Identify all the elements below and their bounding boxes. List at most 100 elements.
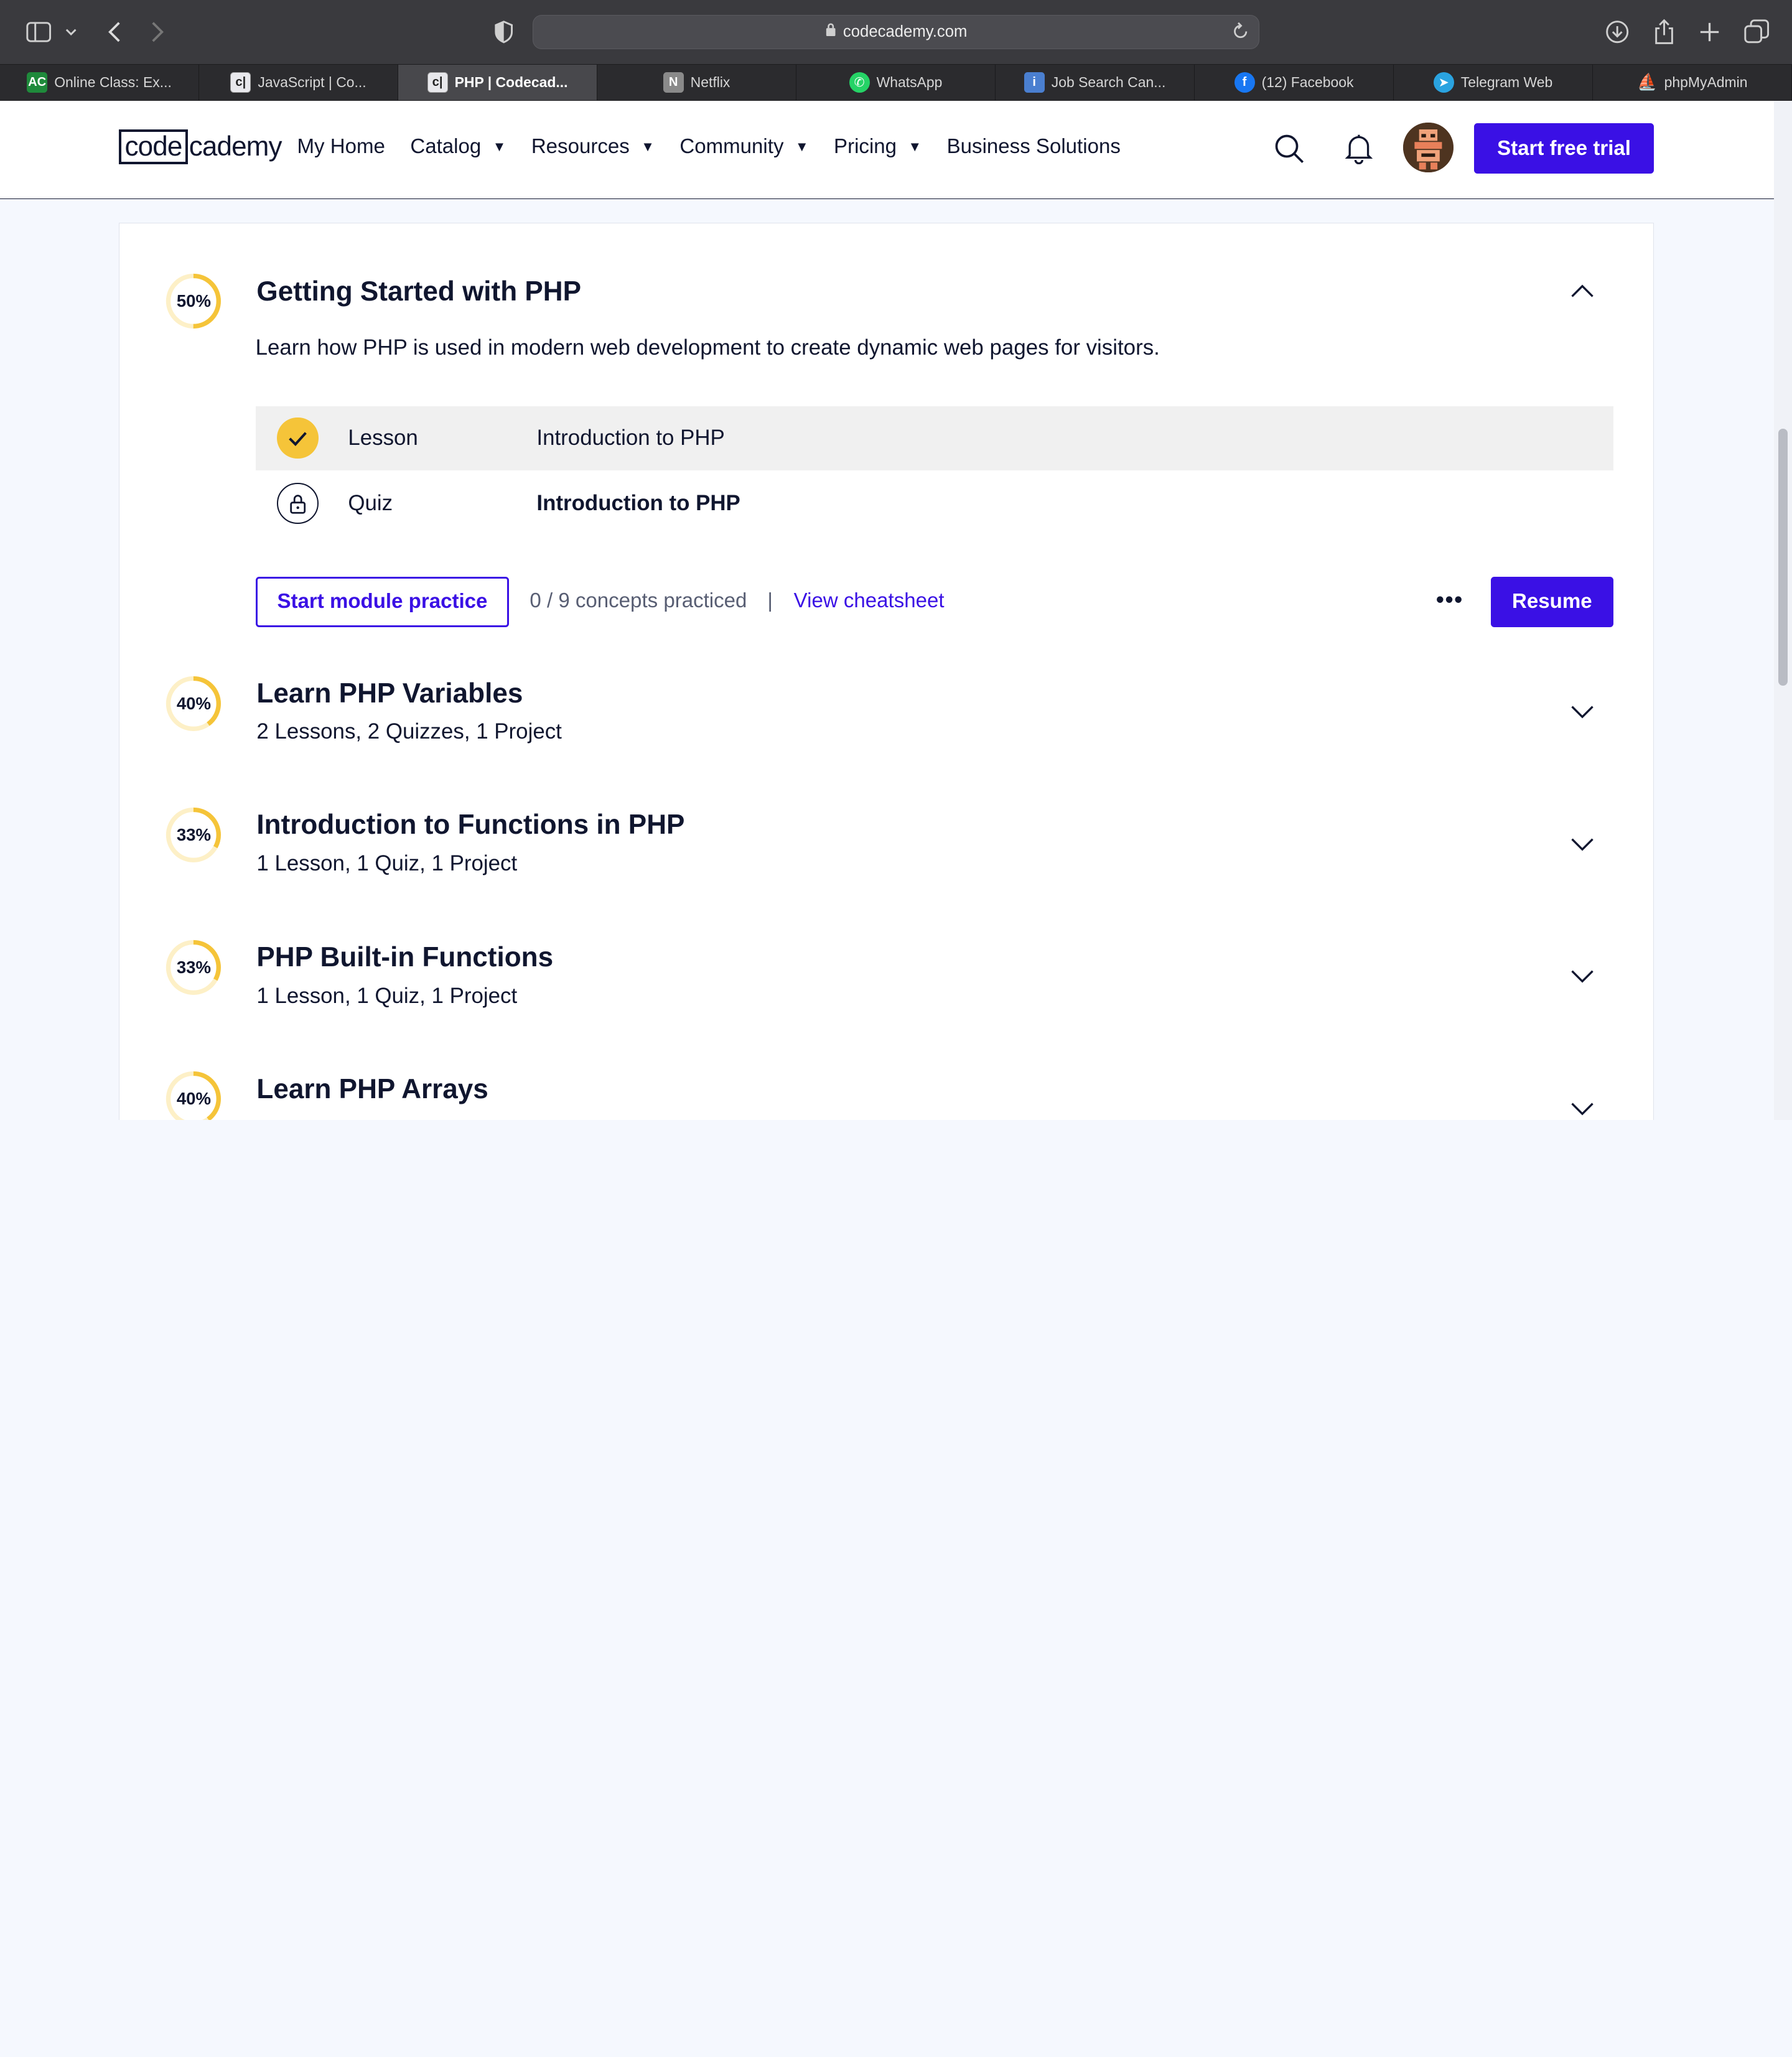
nav-community[interactable]: Community ▼ xyxy=(679,135,808,159)
scrollbar-thumb[interactable] xyxy=(1778,428,1788,686)
caret-down-icon: ▼ xyxy=(641,138,655,154)
whatsapp-icon: ✆ xyxy=(849,72,870,93)
notifications-bell-icon[interactable] xyxy=(1344,133,1374,169)
tab-netflix[interactable]: N Netflix xyxy=(597,64,796,100)
ac-favicon-icon: AC xyxy=(27,72,48,93)
caret-down-icon: ▼ xyxy=(908,138,922,154)
codecademy-logo[interactable]: code cademy xyxy=(119,128,282,166)
start-module-practice-button[interactable]: Start module practice xyxy=(255,576,510,627)
caret-down-icon: ▼ xyxy=(795,138,809,154)
tab-label: JavaScript | Co... xyxy=(258,73,366,90)
logo-cademy: cademy xyxy=(189,131,282,162)
chevron-up-icon[interactable] xyxy=(1569,278,1596,306)
nav-resources[interactable]: Resources ▼ xyxy=(531,135,655,159)
downloads-icon[interactable] xyxy=(1601,16,1633,48)
facebook-icon: f xyxy=(1234,72,1255,93)
tab-phpmyadmin[interactable]: ⛵ phpMyAdmin xyxy=(1593,64,1792,100)
job-search-favicon-icon: i xyxy=(1024,72,1045,93)
tab-facebook[interactable]: f (12) Facebook xyxy=(1195,64,1394,100)
module-summary: 1 Lesson, 1 Quiz, 1 Project xyxy=(256,851,518,875)
tab-online-class[interactable]: AC Online Class: Ex... xyxy=(0,64,199,100)
chevron-down-icon[interactable] xyxy=(1569,830,1596,857)
tab-javascript[interactable]: c| JavaScript | Co... xyxy=(199,64,398,100)
separator: | xyxy=(767,589,773,612)
lock-icon xyxy=(825,22,836,42)
syllabus-card: 50% Getting Started with PHP Learn how P… xyxy=(119,223,1654,1120)
nav-my-home[interactable]: My Home xyxy=(297,135,385,159)
share-icon[interactable] xyxy=(1648,16,1680,48)
nav-label: My Home xyxy=(297,134,385,158)
progress-label: 40% xyxy=(176,1089,211,1109)
nav-business-solutions[interactable]: Business Solutions xyxy=(947,135,1121,159)
caret-down-icon: ▼ xyxy=(492,138,506,154)
tab-bar: AC Online Class: Ex... c| JavaScript | C… xyxy=(0,63,1792,101)
screen: codecademy.com AC Online Class: Ex... c|… xyxy=(0,0,1792,1120)
chevron-down-icon[interactable] xyxy=(1569,697,1596,725)
chevron-down-icon[interactable] xyxy=(55,16,86,48)
progress-label: 40% xyxy=(176,693,211,713)
item-name: Introduction to PHP xyxy=(536,426,725,450)
tab-php-codecademy[interactable]: c| PHP | Codecad... xyxy=(398,64,597,100)
nav-label: Catalog xyxy=(410,134,482,158)
reload-icon[interactable] xyxy=(1231,21,1249,46)
more-options-icon[interactable]: ••• xyxy=(1436,587,1463,613)
concepts-practiced: 0 / 9 concepts practiced xyxy=(530,589,747,612)
site-header: code cademy My Home Catalog ▼ Resources ▼ C… xyxy=(0,100,1792,199)
codecademy-favicon-icon: c| xyxy=(427,72,448,93)
tab-overview-icon[interactable] xyxy=(1740,16,1772,48)
module-title[interactable]: PHP Built-in Functions xyxy=(256,942,553,973)
progress-label: 50% xyxy=(176,291,211,311)
codecademy-favicon-icon: c| xyxy=(230,72,251,93)
sidebar-toggle-icon[interactable] xyxy=(23,16,55,48)
start-free-trial-button[interactable]: Start free trial xyxy=(1474,123,1654,174)
module-title[interactable]: Learn PHP Variables xyxy=(256,678,523,709)
quiz-row[interactable]: Quiz Introduction to PHP xyxy=(256,472,1613,536)
avatar[interactable] xyxy=(1403,122,1454,173)
checkmark-icon xyxy=(277,417,319,459)
module-title[interactable]: Introduction to Functions in PHP xyxy=(256,809,684,841)
nav-catalog[interactable]: Catalog ▼ xyxy=(410,135,506,159)
item-type: Lesson xyxy=(348,426,418,450)
address-bar[interactable]: codecademy.com xyxy=(532,14,1260,49)
nav-label: Community xyxy=(679,134,784,158)
tab-whatsapp[interactable]: ✆ WhatsApp xyxy=(796,64,996,100)
tab-label: Netflix xyxy=(690,73,730,90)
module-description: Learn how PHP is used in modern web deve… xyxy=(255,335,1160,360)
phpmyadmin-icon: ⛵ xyxy=(1637,73,1658,91)
tab-label: phpMyAdmin xyxy=(1664,73,1748,90)
module-title[interactable]: Learn PHP Arrays xyxy=(256,1074,488,1105)
nav-pricing[interactable]: Pricing ▼ xyxy=(834,135,922,159)
chevron-down-icon[interactable] xyxy=(1569,1094,1596,1120)
netflix-favicon-icon: N xyxy=(663,72,684,93)
progress-label: 33% xyxy=(176,957,211,977)
view-cheatsheet-link[interactable]: View cheatsheet xyxy=(794,589,945,613)
tab-label: WhatsApp xyxy=(876,73,943,90)
logo-code: code xyxy=(119,129,188,164)
tab-label: Online Class: Ex... xyxy=(54,73,172,90)
nav-label: Resources xyxy=(531,134,630,158)
tab-label: Job Search Can... xyxy=(1051,73,1166,90)
tab-job-search[interactable]: i Job Search Can... xyxy=(996,64,1195,100)
main-nav: My Home Catalog ▼ Resources ▼ Community ▼ P… xyxy=(297,135,1146,159)
nav-label: Business Solutions xyxy=(946,134,1121,158)
nav-label: Pricing xyxy=(834,134,897,158)
item-name: Introduction to PHP xyxy=(536,491,740,516)
tab-label: PHP | Codecad... xyxy=(454,73,568,90)
privacy-shield-icon[interactable] xyxy=(488,16,520,48)
item-type: Quiz xyxy=(348,491,393,516)
resume-button[interactable]: Resume xyxy=(1491,576,1613,627)
search-icon[interactable] xyxy=(1273,133,1305,169)
new-tab-icon[interactable] xyxy=(1694,16,1725,48)
back-icon[interactable] xyxy=(98,16,130,48)
browser-toolbar: codecademy.com xyxy=(0,0,1792,64)
progress-label: 33% xyxy=(176,824,211,844)
lesson-row[interactable]: Lesson Introduction to PHP xyxy=(255,406,1613,470)
tab-telegram[interactable]: ➤ Telegram Web xyxy=(1394,64,1593,100)
chevron-down-icon[interactable] xyxy=(1569,962,1596,989)
forward-icon[interactable] xyxy=(142,16,174,48)
module-summary: 1 Lesson, 1 Quiz, 1 Project xyxy=(256,983,518,1008)
module-title[interactable]: Getting Started with PHP xyxy=(256,276,581,307)
tab-label: Telegram Web xyxy=(1460,73,1553,90)
lock-icon xyxy=(277,483,319,525)
tab-label: (12) Facebook xyxy=(1261,73,1354,90)
